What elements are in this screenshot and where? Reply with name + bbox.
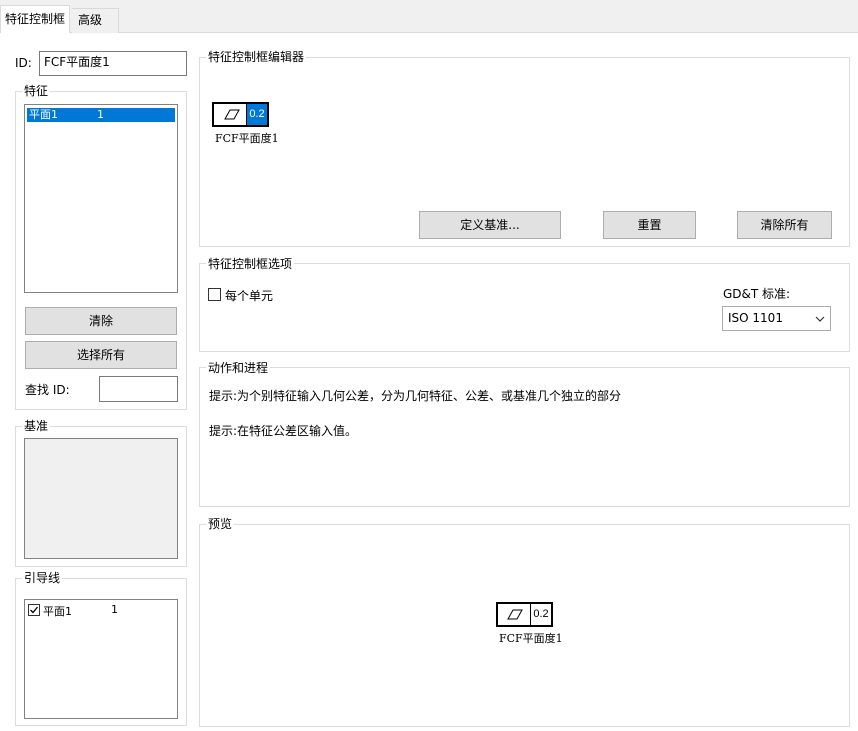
features-group-label: 特征 [22,84,51,98]
tab-bar [0,0,858,33]
leader-list[interactable]: 平面1 1 [24,599,178,719]
reset-button[interactable]: 重置 [603,211,696,239]
preview-group-label: 预览 [206,517,235,531]
preview-frame-label: FCF平面度1 [499,632,563,645]
gdt-standard-select[interactable]: ISO 1101 [722,306,831,331]
per-unit-checkbox[interactable] [208,288,221,301]
hint-text-1: 提示:为个别特征输入几何公差，分为几何特征、公差、或基准几个独立的部分 [209,389,622,403]
actions-group-label: 动作和进程 [206,361,271,375]
fcf-frame-label: FCF平面度1 [215,132,279,145]
clear-all-button[interactable]: 清除所有 [737,211,832,239]
id-input[interactable]: FCF平面度1 [39,51,187,76]
gdt-standard-label: GD&T 标准: [723,287,791,301]
list-item[interactable]: 平面1 1 [27,603,175,618]
editor-group-label: 特征控制框编辑器 [206,50,307,64]
list-item-count: 1 [111,603,118,616]
clear-button[interactable]: 清除 [25,307,177,335]
list-item-name: 平面1 [43,605,72,618]
tab-advanced[interactable]: 高级 [72,8,119,33]
flatness-parallelogram-icon[interactable] [214,104,247,125]
flatness-parallelogram-icon [498,604,531,625]
options-group-label: 特征控制框选项 [206,257,295,271]
datum-group-label: 基准 [22,419,51,433]
gdt-standard-value: ISO 1101 [728,311,783,325]
define-datum-button[interactable]: 定义基准... [419,211,561,239]
leader-group-label: 引导线 [22,571,63,585]
checkmark-icon [30,606,39,614]
list-item[interactable]: 平面1 1 [27,108,175,122]
select-all-button[interactable]: 选择所有 [25,341,177,369]
preview-fcf-frame: 0.2 [496,602,553,627]
leader-checkbox[interactable] [28,604,40,616]
fcf-tolerance-cell[interactable]: 0.2 [247,104,267,125]
tab-divider [0,32,858,33]
list-item-count: 1 [97,108,104,121]
find-id-label: 查找 ID: [25,383,70,397]
list-item-name: 平面1 [29,108,58,121]
per-unit-label: 每个单元 [225,289,274,303]
id-label: ID: [15,56,32,70]
preview-tolerance-cell: 0.2 [533,608,549,620]
tab-fcf[interactable]: 特征控制框 [0,5,71,33]
fcf-frame[interactable]: 0.2 [212,102,269,127]
datum-list[interactable] [24,438,178,559]
chevron-down-icon [815,316,825,322]
find-id-input[interactable] [99,376,178,402]
features-list[interactable]: 平面1 1 [24,104,178,293]
hint-text-2: 提示:在特征公差区输入值。 [209,424,358,438]
